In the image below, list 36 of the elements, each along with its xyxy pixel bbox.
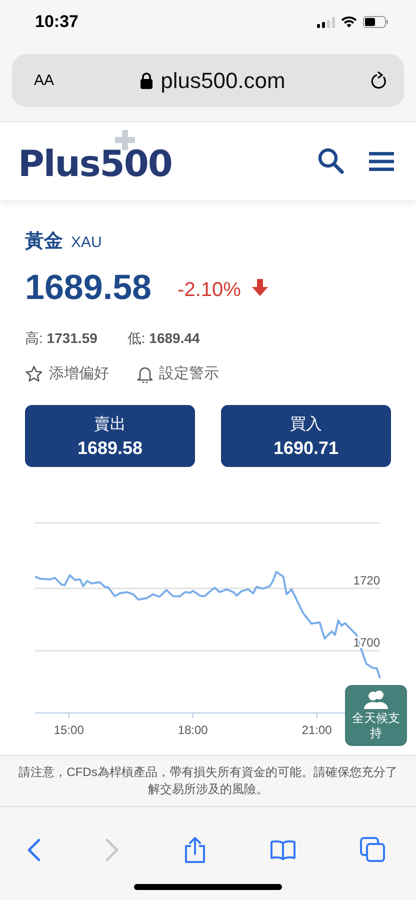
x-axis-label: 21:00	[302, 723, 332, 737]
plus-icon	[115, 130, 135, 150]
status-time: 10:37	[35, 12, 78, 32]
instrument-name: 黃金	[25, 230, 63, 254]
x-axis-label: 15:00	[54, 723, 84, 737]
back-icon[interactable]	[27, 838, 41, 862]
share-icon[interactable]	[182, 836, 206, 864]
tabs-icon[interactable]	[360, 837, 386, 863]
signal-icon	[317, 16, 335, 28]
wifi-icon	[341, 16, 357, 28]
reload-icon[interactable]	[370, 71, 388, 90]
low-price: 低: 1689.44	[127, 330, 200, 348]
high-price: 高: 1731.59	[25, 330, 98, 348]
risk-disclaimer: 請注意，CFDs為桿槓產品，帶有損失所有資金的可能。請確保您充分了解交易所涉及的風險。	[18, 764, 398, 798]
favorite-link[interactable]: 添增偏好	[25, 364, 109, 383]
bell-icon	[137, 364, 153, 382]
people-icon	[364, 690, 388, 710]
current-price: 1689.58	[25, 268, 152, 308]
menu-icon[interactable]	[369, 152, 394, 170]
book-icon[interactable]	[270, 839, 296, 861]
sell-button[interactable]: 賣出 1689.58	[25, 405, 195, 467]
instrument-symbol: XAU	[71, 234, 102, 251]
star-icon	[25, 364, 43, 382]
lock-icon	[140, 72, 153, 89]
alert-link[interactable]: 設定警示	[137, 364, 219, 383]
price-change: -2.10%	[178, 278, 241, 302]
logo[interactable]: Plus500	[18, 144, 172, 184]
url-text: plus500.com	[160, 68, 286, 94]
battery-icon	[363, 16, 389, 28]
address-bar[interactable]: AA plus500.com	[12, 54, 404, 107]
search-icon[interactable]	[317, 147, 345, 175]
text-size-button[interactable]: AA	[34, 72, 54, 89]
y-axis-label: 1720	[353, 573, 380, 588]
buy-button[interactable]: 買入 1690.71	[221, 405, 391, 467]
support-button[interactable]: 全天候支持	[345, 685, 407, 746]
x-axis-label: 18:00	[178, 723, 208, 737]
